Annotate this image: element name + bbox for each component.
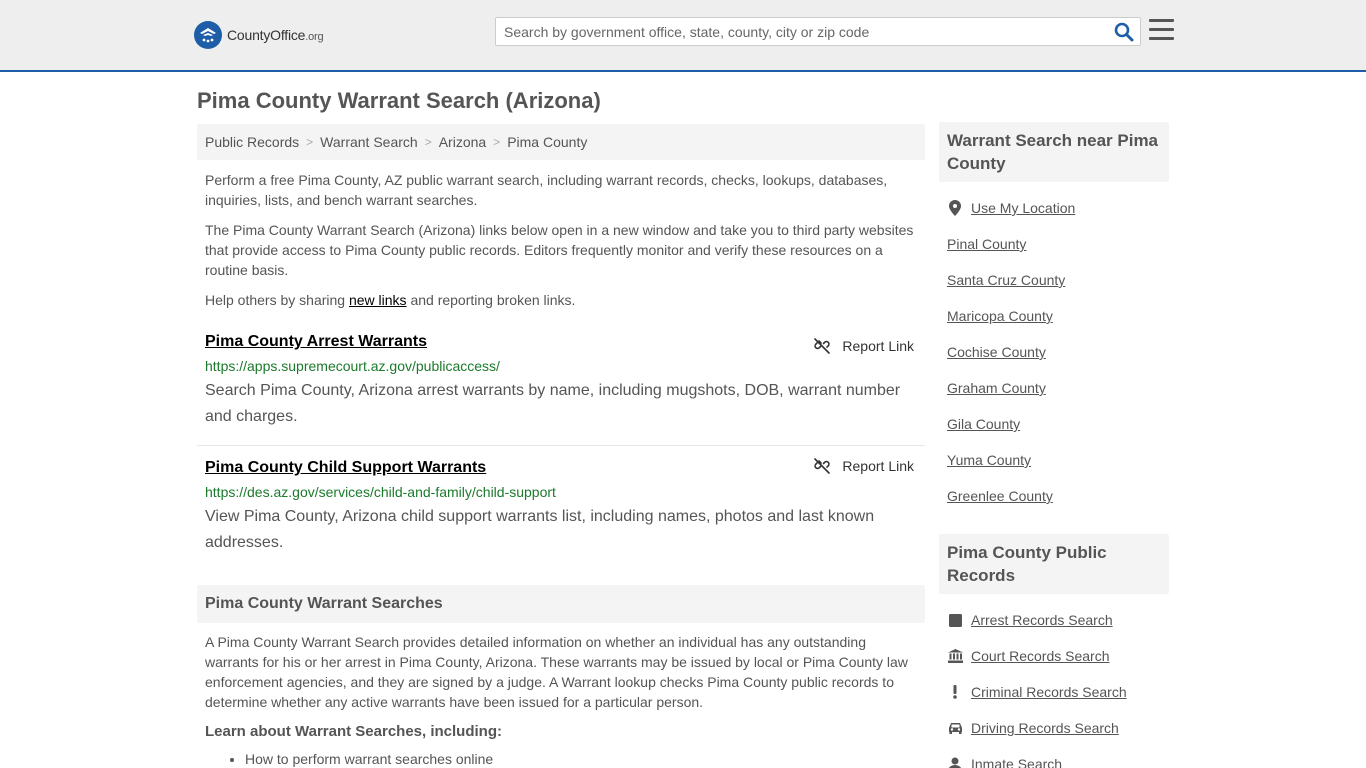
nearby-county-link[interactable]: Maricopa County: [947, 308, 1053, 324]
square-icon: [947, 613, 963, 627]
sidebar: Warrant Search near Pima County Use My L…: [939, 122, 1169, 768]
inmate-icon: [947, 757, 963, 768]
warrant-searches-paragraph: A Pima County Warrant Search provides de…: [205, 634, 908, 710]
inmate-search-link[interactable]: Inmate Search: [971, 756, 1062, 768]
logo-text-main: CountyOffice: [227, 27, 306, 43]
intro-p3-before: Help others by sharing: [205, 292, 349, 308]
intro-paragraph-3: Help others by sharing new links and rep…: [205, 290, 917, 310]
nearby-county-link[interactable]: Graham County: [947, 380, 1046, 396]
court-records-link[interactable]: Court Records Search: [971, 648, 1110, 664]
nearby-county-link[interactable]: Yuma County: [947, 452, 1031, 468]
list-item: Graham County: [947, 370, 1161, 406]
car-icon: [947, 722, 963, 734]
nearby-county-link[interactable]: Santa Cruz County: [947, 272, 1065, 288]
resource-link-title[interactable]: Pima County Child Support Warrants: [205, 459, 486, 476]
learn-about-list: How to perform warrant searches online: [205, 749, 917, 768]
resource-link-url: https://apps.supremecourt.az.gov/publica…: [205, 358, 500, 374]
intro-text: Perform a free Pima County, AZ public wa…: [197, 170, 925, 310]
resource-link-url: https://des.az.gov/services/child-and-fa…: [205, 484, 556, 500]
nearby-county-link[interactable]: Cochise County: [947, 344, 1046, 360]
report-link-label: Report Link: [842, 458, 914, 474]
list-item: Maricopa County: [947, 298, 1161, 334]
logo-badge-icon: [194, 21, 222, 49]
logo-text-suffix: .org: [305, 31, 324, 43]
breadcrumb-separator: >: [306, 135, 314, 149]
list-item: Gila County: [947, 406, 1161, 442]
nearby-list: Use My Location Pinal County Santa Cruz …: [939, 190, 1169, 514]
breadcrumb-public-records[interactable]: Public Records: [205, 134, 299, 150]
resource-link-description: View Pima County, Arizona child support …: [205, 508, 875, 551]
list-item: Santa Cruz County: [947, 262, 1161, 298]
learn-about-heading: Learn about Warrant Searches, including:: [205, 723, 502, 740]
breadcrumb-arizona[interactable]: Arizona: [439, 134, 486, 150]
list-item: Driving Records Search: [947, 710, 1161, 746]
hamburger-menu-icon: [1149, 28, 1174, 31]
list-item: Criminal Records Search: [947, 674, 1161, 710]
resource-link-description: Search Pima County, Arizona arrest warra…: [205, 382, 901, 425]
broken-link-icon: [814, 338, 831, 354]
criminal-records-link[interactable]: Criminal Records Search: [971, 684, 1127, 700]
breadcrumb-pima-county[interactable]: Pima County: [507, 134, 587, 150]
list-item: Greenlee County: [947, 478, 1161, 514]
report-link-button[interactable]: Report Link: [814, 338, 914, 354]
exclamation-icon: [947, 685, 963, 699]
list-item: Court Records Search: [947, 638, 1161, 674]
site-header: CountyOffice.org: [0, 0, 1366, 72]
list-item: How to perform warrant searches online: [245, 749, 917, 768]
public-records-list: Arrest Records Search Court Records Sear…: [939, 602, 1169, 768]
hamburger-menu-button[interactable]: [1149, 19, 1175, 43]
list-item: Yuma County: [947, 442, 1161, 478]
search-button[interactable]: [1114, 22, 1134, 42]
search-box: [495, 17, 1141, 46]
use-my-location-link[interactable]: Use My Location: [971, 200, 1075, 216]
nearby-heading: Warrant Search near Pima County: [939, 122, 1169, 182]
site-logo[interactable]: CountyOffice.org: [194, 20, 324, 50]
public-records-heading: Pima County Public Records: [939, 534, 1169, 594]
warrant-searches-body: A Pima County Warrant Search provides de…: [197, 632, 925, 768]
report-link-label: Report Link: [842, 338, 914, 354]
list-item: Pinal County: [947, 226, 1161, 262]
resource-link-title[interactable]: Pima County Arrest Warrants: [205, 333, 427, 350]
list-item: Cochise County: [947, 334, 1161, 370]
map-pin-icon: [947, 200, 963, 216]
nearby-county-link[interactable]: Gila County: [947, 416, 1020, 432]
breadcrumb-separator: >: [493, 135, 501, 149]
page-title: Pima County Warrant Search (Arizona): [197, 88, 601, 113]
arrest-records-link[interactable]: Arrest Records Search: [971, 612, 1113, 628]
report-link-button[interactable]: Report Link: [814, 458, 914, 474]
hamburger-menu-icon: [1149, 19, 1174, 22]
warrant-searches-heading: Pima County Warrant Searches: [197, 585, 925, 623]
courthouse-icon: [947, 649, 963, 663]
intro-paragraph-2: The Pima County Warrant Search (Arizona)…: [205, 222, 914, 278]
main-content: Public Records > Warrant Search > Arizon…: [197, 124, 925, 767]
driving-records-link[interactable]: Driving Records Search: [971, 720, 1119, 736]
breadcrumb-separator: >: [424, 135, 432, 149]
list-item: Arrest Records Search: [947, 602, 1161, 638]
nearby-county-link[interactable]: Pinal County: [947, 236, 1026, 252]
breadcrumb: Public Records > Warrant Search > Arizon…: [197, 124, 925, 160]
intro-p3-after: and reporting broken links.: [406, 292, 576, 308]
nearby-item-use-my-location: Use My Location: [947, 190, 1161, 226]
breadcrumb-warrant-search[interactable]: Warrant Search: [320, 134, 418, 150]
resource-link-item: Pima County Arrest Warrants Report Link …: [197, 332, 925, 446]
logo-text: CountyOffice.org: [227, 27, 324, 43]
nearby-county-link[interactable]: Greenlee County: [947, 488, 1053, 504]
search-icon: [1114, 22, 1134, 42]
intro-paragraph-1: Perform a free Pima County, AZ public wa…: [205, 172, 888, 208]
resource-link-item: Pima County Child Support Warrants Repor…: [197, 446, 925, 554]
broken-link-icon: [814, 458, 831, 474]
list-item: Inmate Search: [947, 746, 1161, 768]
new-links-link[interactable]: new links: [349, 292, 407, 308]
hamburger-menu-icon: [1149, 37, 1174, 40]
search-input[interactable]: [496, 18, 1106, 45]
